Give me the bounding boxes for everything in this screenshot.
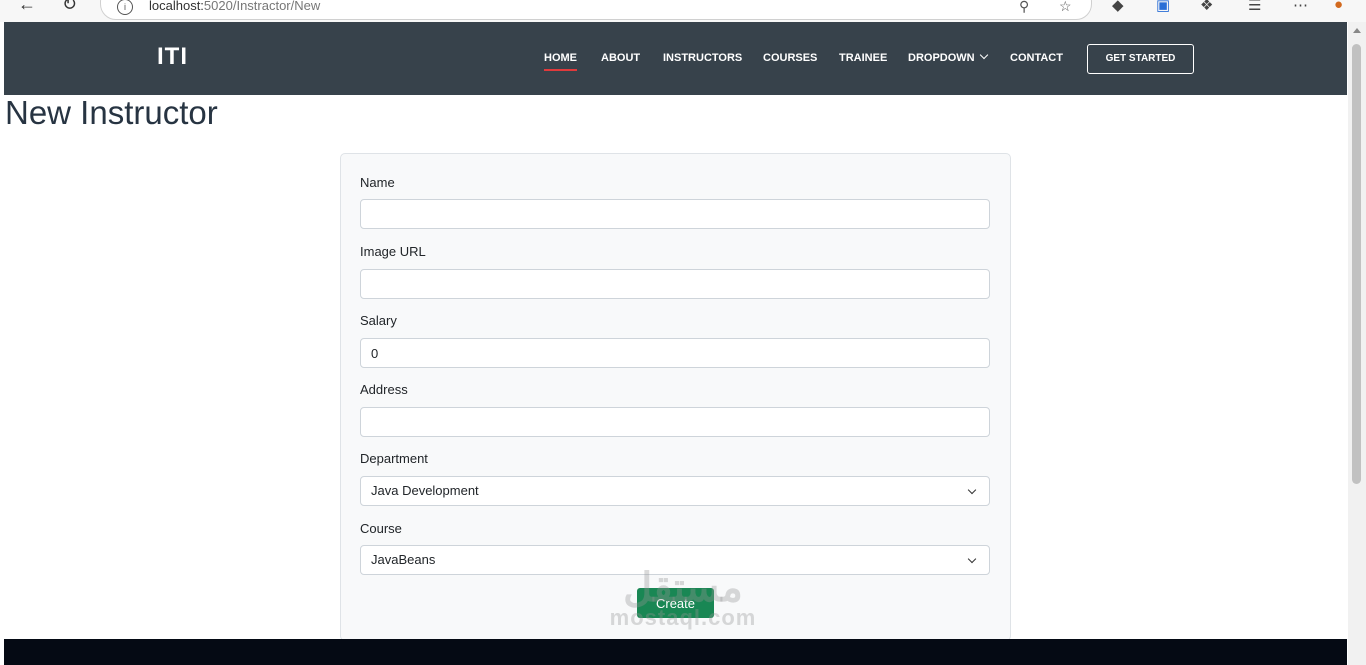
create-button[interactable]: Create xyxy=(637,588,714,618)
extensions-puzzle-icon[interactable]: ❖ xyxy=(1200,0,1213,14)
reload-icon[interactable]: ↻ xyxy=(62,0,77,15)
nav-contact[interactable]: CONTACT xyxy=(1010,52,1063,64)
site-info-icon[interactable]: i xyxy=(117,0,133,15)
address-input[interactable] xyxy=(360,407,990,437)
favorites-list-icon[interactable]: ☰ xyxy=(1248,0,1261,14)
site-logo[interactable]: ITI xyxy=(157,43,188,71)
site-header: ITI HOME ABOUT INSTRUCTORS COURSES TRAIN… xyxy=(4,22,1347,95)
scrollbar-thumb[interactable] xyxy=(1352,44,1361,484)
department-selected-value: Java Development xyxy=(371,483,479,498)
nav-courses[interactable]: COURSES xyxy=(763,52,817,64)
image-url-label: Image URL xyxy=(360,244,426,259)
image-url-input[interactable] xyxy=(360,269,990,299)
site-footer xyxy=(4,639,1347,665)
course-selected-value: JavaBeans xyxy=(371,552,436,567)
course-select[interactable]: JavaBeans xyxy=(360,545,990,575)
chevron-down-icon xyxy=(967,485,977,495)
scroll-up-arrow-icon[interactable] xyxy=(1353,28,1361,33)
translate-icon[interactable]: ▣ xyxy=(1156,0,1170,14)
profile-icon[interactable]: ● xyxy=(1334,0,1343,13)
name-label: Name xyxy=(360,175,395,190)
nav-about[interactable]: ABOUT xyxy=(601,52,640,64)
nav-instructors[interactable]: INSTRUCTORS xyxy=(663,52,742,64)
get-started-button[interactable]: GET STARTED xyxy=(1087,44,1194,74)
address-label: Address xyxy=(360,382,408,397)
course-label: Course xyxy=(360,521,402,536)
zoom-icon[interactable]: ⚲ xyxy=(1019,0,1029,15)
address-bar[interactable]: i localhost:5020/Instractor/New ⚲ ☆ xyxy=(100,0,1092,20)
department-select[interactable]: Java Development xyxy=(360,476,990,506)
department-label: Department xyxy=(360,451,428,466)
chevron-down-icon xyxy=(967,554,977,564)
nav-home[interactable]: HOME xyxy=(544,52,577,71)
back-arrow-icon[interactable]: ← xyxy=(18,0,36,15)
nav-dropdown[interactable]: DROPDOWN xyxy=(908,50,988,64)
page-title: New Instructor xyxy=(5,94,218,131)
favorite-star-icon[interactable]: ☆ xyxy=(1059,0,1072,15)
browser-toolbar: ← ↻ i localhost:5020/Instractor/New ⚲ ☆ … xyxy=(0,0,1366,22)
name-input[interactable] xyxy=(360,199,990,229)
url-text: localhost:5020/Instractor/New xyxy=(149,0,321,13)
extension-icon[interactable]: ◆ xyxy=(1112,0,1124,14)
page: ITI HOME ABOUT INSTRUCTORS COURSES TRAIN… xyxy=(4,22,1347,665)
instructor-form: Name Image URL Salary Address Department… xyxy=(340,153,1011,641)
vertical-scrollbar[interactable] xyxy=(1348,22,1366,665)
more-menu-icon[interactable]: ⋯ xyxy=(1293,0,1308,14)
chevron-down-icon xyxy=(979,50,988,60)
salary-label: Salary xyxy=(360,313,397,328)
nav-dropdown-label: DROPDOWN xyxy=(908,52,975,64)
salary-input[interactable] xyxy=(360,338,990,368)
nav-trainee[interactable]: TRAINEE xyxy=(839,52,887,64)
